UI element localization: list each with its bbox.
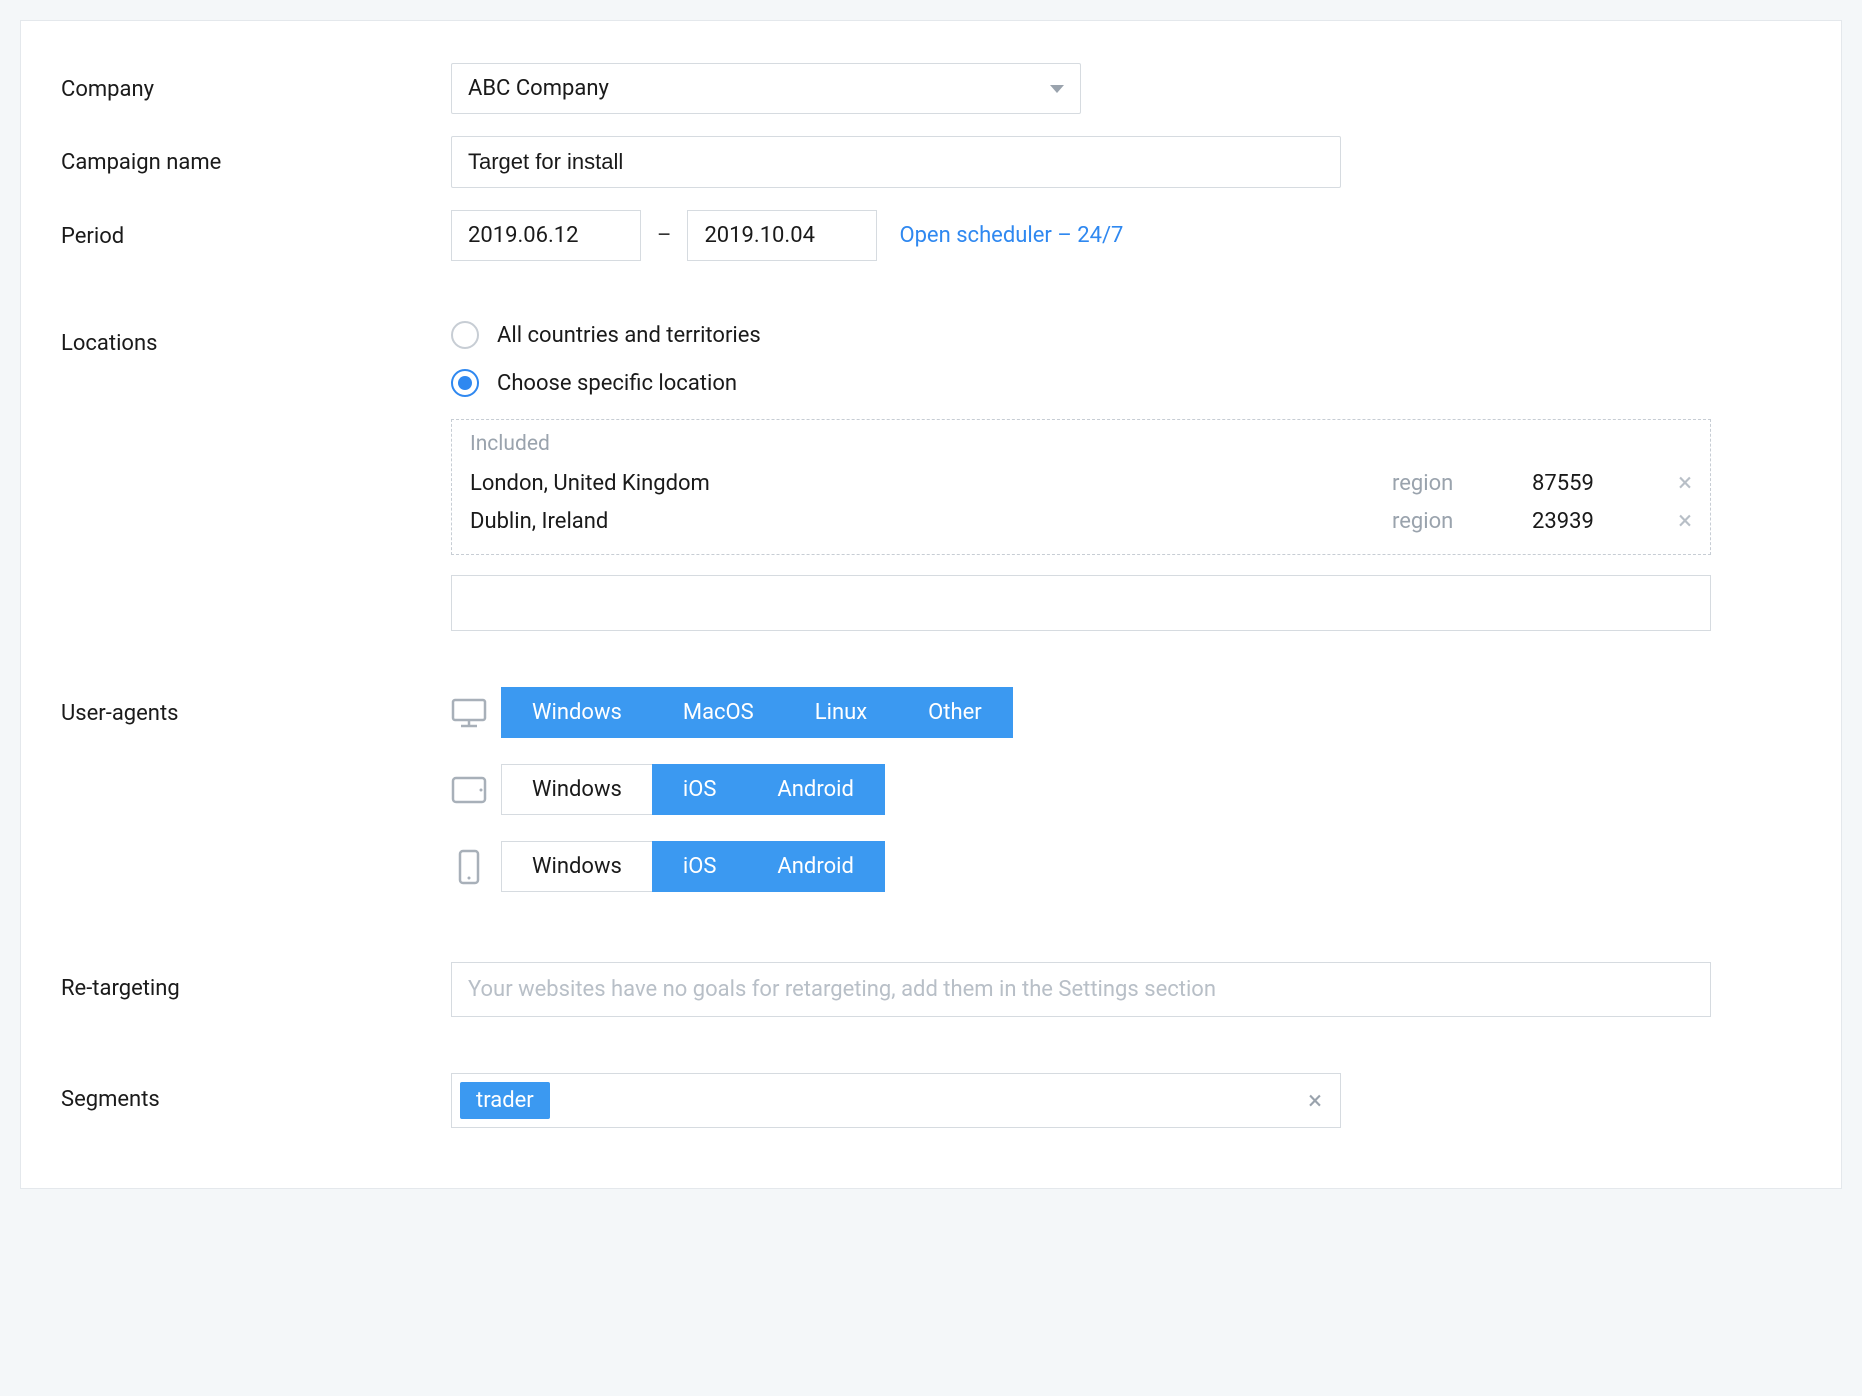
- open-scheduler-link[interactable]: Open scheduler – 24/7: [899, 223, 1123, 248]
- company-selected-value: ABC Company: [468, 76, 609, 101]
- company-select[interactable]: ABC Company: [451, 63, 1081, 114]
- ua-row-tablet: Windows iOS Android: [451, 764, 1801, 815]
- period-controls: 2019.06.12 – 2019.10.04 Open scheduler –…: [451, 210, 1801, 261]
- ua-row-desktop: Windows MacOS Linux Other: [451, 687, 1801, 738]
- campaign-name-input-wrap: [451, 136, 1341, 188]
- desktop-icon: [451, 697, 487, 729]
- period-start-input[interactable]: 2019.06.12: [451, 210, 641, 261]
- row-segments: Segments trader ×: [61, 1073, 1801, 1128]
- radio-label-all: All countries and territories: [497, 323, 761, 348]
- mobile-icon: [451, 849, 487, 885]
- retargeting-input[interactable]: Your websites have no goals for retarget…: [451, 962, 1711, 1017]
- location-row: Dublin, Ireland region 23939 ×: [470, 502, 1692, 540]
- ua-pill-desktop-linux[interactable]: Linux: [784, 687, 898, 738]
- chevron-down-icon: [1050, 85, 1064, 93]
- ua-row-mobile: Windows iOS Android: [451, 841, 1801, 892]
- ua-pill-tablet-windows[interactable]: Windows: [501, 764, 653, 815]
- row-retargeting: Re-targeting Your websites have no goals…: [61, 962, 1801, 1017]
- location-row: London, United Kingdom region 87559 ×: [470, 464, 1692, 502]
- location-search-input[interactable]: [451, 575, 1711, 631]
- location-type: region: [1392, 509, 1532, 534]
- clear-segments-button[interactable]: ×: [1308, 1088, 1332, 1114]
- locations-radio-specific[interactable]: Choose specific location: [451, 365, 1801, 401]
- ua-desktop-group: Windows MacOS Linux Other: [501, 687, 1013, 738]
- ua-pill-mobile-windows[interactable]: Windows: [501, 841, 653, 892]
- ua-pill-mobile-android[interactable]: Android: [746, 841, 884, 892]
- row-campaign-name: Campaign name: [61, 136, 1801, 188]
- campaign-name-input[interactable]: [468, 149, 1324, 175]
- label-company: Company: [61, 63, 451, 102]
- label-retargeting: Re-targeting: [61, 962, 451, 1001]
- label-period: Period: [61, 210, 451, 249]
- row-period: Period 2019.06.12 – 2019.10.04 Open sche…: [61, 210, 1801, 261]
- label-locations: Locations: [61, 317, 451, 356]
- location-count: 23939: [1532, 509, 1652, 534]
- segments-input[interactable]: trader ×: [451, 1073, 1341, 1128]
- locations-radio-all[interactable]: All countries and territories: [451, 317, 1801, 353]
- ua-pill-desktop-windows[interactable]: Windows: [501, 687, 653, 738]
- segment-chip[interactable]: trader: [460, 1082, 550, 1119]
- radio-label-specific: Choose specific location: [497, 371, 737, 396]
- row-user-agents: User-agents Windows MacOS Linux Other: [61, 687, 1801, 906]
- label-campaign-name: Campaign name: [61, 136, 451, 175]
- included-header: Included: [470, 432, 1692, 456]
- period-end-input[interactable]: 2019.10.04: [687, 210, 877, 261]
- tablet-icon: [451, 775, 487, 805]
- ua-tablet-group: Windows iOS Android: [501, 764, 885, 815]
- location-type: region: [1392, 471, 1532, 496]
- remove-location-button[interactable]: ×: [1652, 470, 1692, 496]
- label-user-agents: User-agents: [61, 687, 451, 726]
- location-name: London, United Kingdom: [470, 471, 1392, 496]
- label-segments: Segments: [61, 1073, 451, 1112]
- row-company: Company ABC Company: [61, 63, 1801, 114]
- radio-icon: [451, 321, 479, 349]
- radio-icon: [451, 369, 479, 397]
- locations-included-box: Included London, United Kingdom region 8…: [451, 419, 1711, 555]
- location-name: Dublin, Ireland: [470, 509, 1392, 534]
- row-locations: Locations All countries and territories …: [61, 317, 1801, 631]
- ua-pill-mobile-ios[interactable]: iOS: [652, 841, 748, 892]
- period-separator: –: [657, 223, 671, 248]
- ua-pill-tablet-android[interactable]: Android: [746, 764, 884, 815]
- remove-location-button[interactable]: ×: [1652, 508, 1692, 534]
- location-count: 87559: [1532, 471, 1652, 496]
- ua-mobile-group: Windows iOS Android: [501, 841, 885, 892]
- ua-pill-tablet-ios[interactable]: iOS: [652, 764, 748, 815]
- ua-pill-desktop-macos[interactable]: MacOS: [652, 687, 785, 738]
- campaign-form-panel: Company ABC Company Campaign name Period…: [20, 20, 1842, 1189]
- ua-pill-desktop-other[interactable]: Other: [897, 687, 1013, 738]
